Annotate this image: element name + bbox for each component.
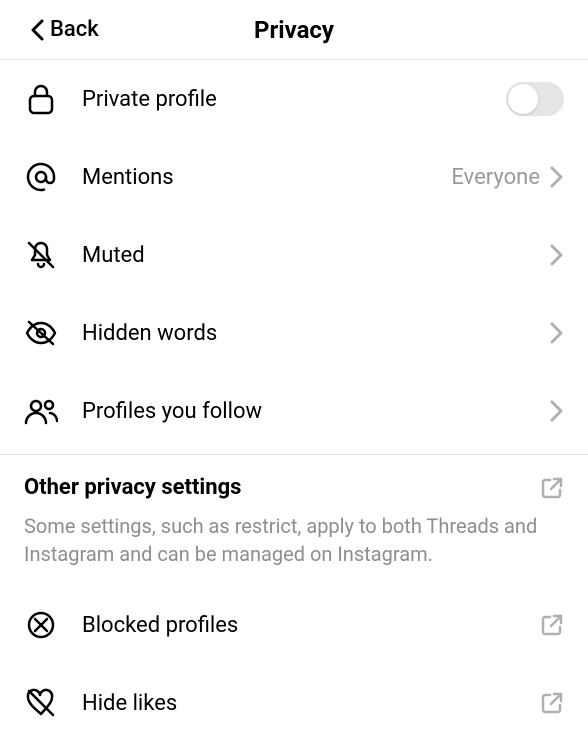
chevron-right-icon bbox=[550, 244, 564, 266]
row-label: Blocked profiles bbox=[82, 613, 540, 638]
row-label: Hidden words bbox=[82, 321, 550, 346]
at-icon bbox=[24, 160, 58, 194]
private-profile-toggle[interactable] bbox=[506, 82, 564, 116]
row-label: Mentions bbox=[82, 165, 451, 190]
chevron-left-icon bbox=[30, 18, 46, 42]
settings-list: Private profile Mentions Everyone Muted bbox=[0, 60, 588, 450]
row-label: Hide likes bbox=[82, 691, 540, 716]
people-icon bbox=[24, 394, 58, 428]
row-label: Private profile bbox=[82, 87, 506, 112]
section-header-other-privacy[interactable]: Other privacy settings bbox=[0, 455, 588, 512]
row-label: Profiles you follow bbox=[82, 399, 550, 424]
row-mentions[interactable]: Mentions Everyone bbox=[0, 138, 588, 216]
external-link-icon bbox=[540, 613, 564, 637]
row-profiles-you-follow[interactable]: Profiles you follow bbox=[0, 372, 588, 450]
bell-off-icon bbox=[24, 238, 58, 272]
lock-icon bbox=[24, 82, 58, 116]
chevron-right-icon bbox=[550, 322, 564, 344]
row-label: Muted bbox=[82, 243, 550, 268]
row-private-profile[interactable]: Private profile bbox=[0, 60, 588, 138]
external-link-icon bbox=[540, 691, 564, 715]
toggle-knob bbox=[508, 84, 538, 114]
back-button[interactable]: Back bbox=[0, 17, 99, 42]
blocked-icon bbox=[24, 608, 58, 642]
section-title: Other privacy settings bbox=[24, 475, 540, 500]
chevron-right-icon bbox=[550, 166, 564, 188]
section-description: Some settings, such as restrict, apply t… bbox=[0, 512, 588, 586]
header: Back Privacy bbox=[0, 0, 588, 60]
row-blocked-profiles[interactable]: Blocked profiles bbox=[0, 586, 588, 664]
heart-off-icon bbox=[24, 686, 58, 720]
eye-off-icon bbox=[24, 316, 58, 350]
row-hidden-words[interactable]: Hidden words bbox=[0, 294, 588, 372]
back-label: Back bbox=[50, 17, 99, 42]
row-hide-likes[interactable]: Hide likes bbox=[0, 664, 588, 742]
row-value: Everyone bbox=[451, 165, 540, 190]
row-muted[interactable]: Muted bbox=[0, 216, 588, 294]
chevron-right-icon bbox=[550, 400, 564, 422]
external-link-icon bbox=[540, 476, 564, 500]
page-title: Privacy bbox=[254, 16, 334, 44]
